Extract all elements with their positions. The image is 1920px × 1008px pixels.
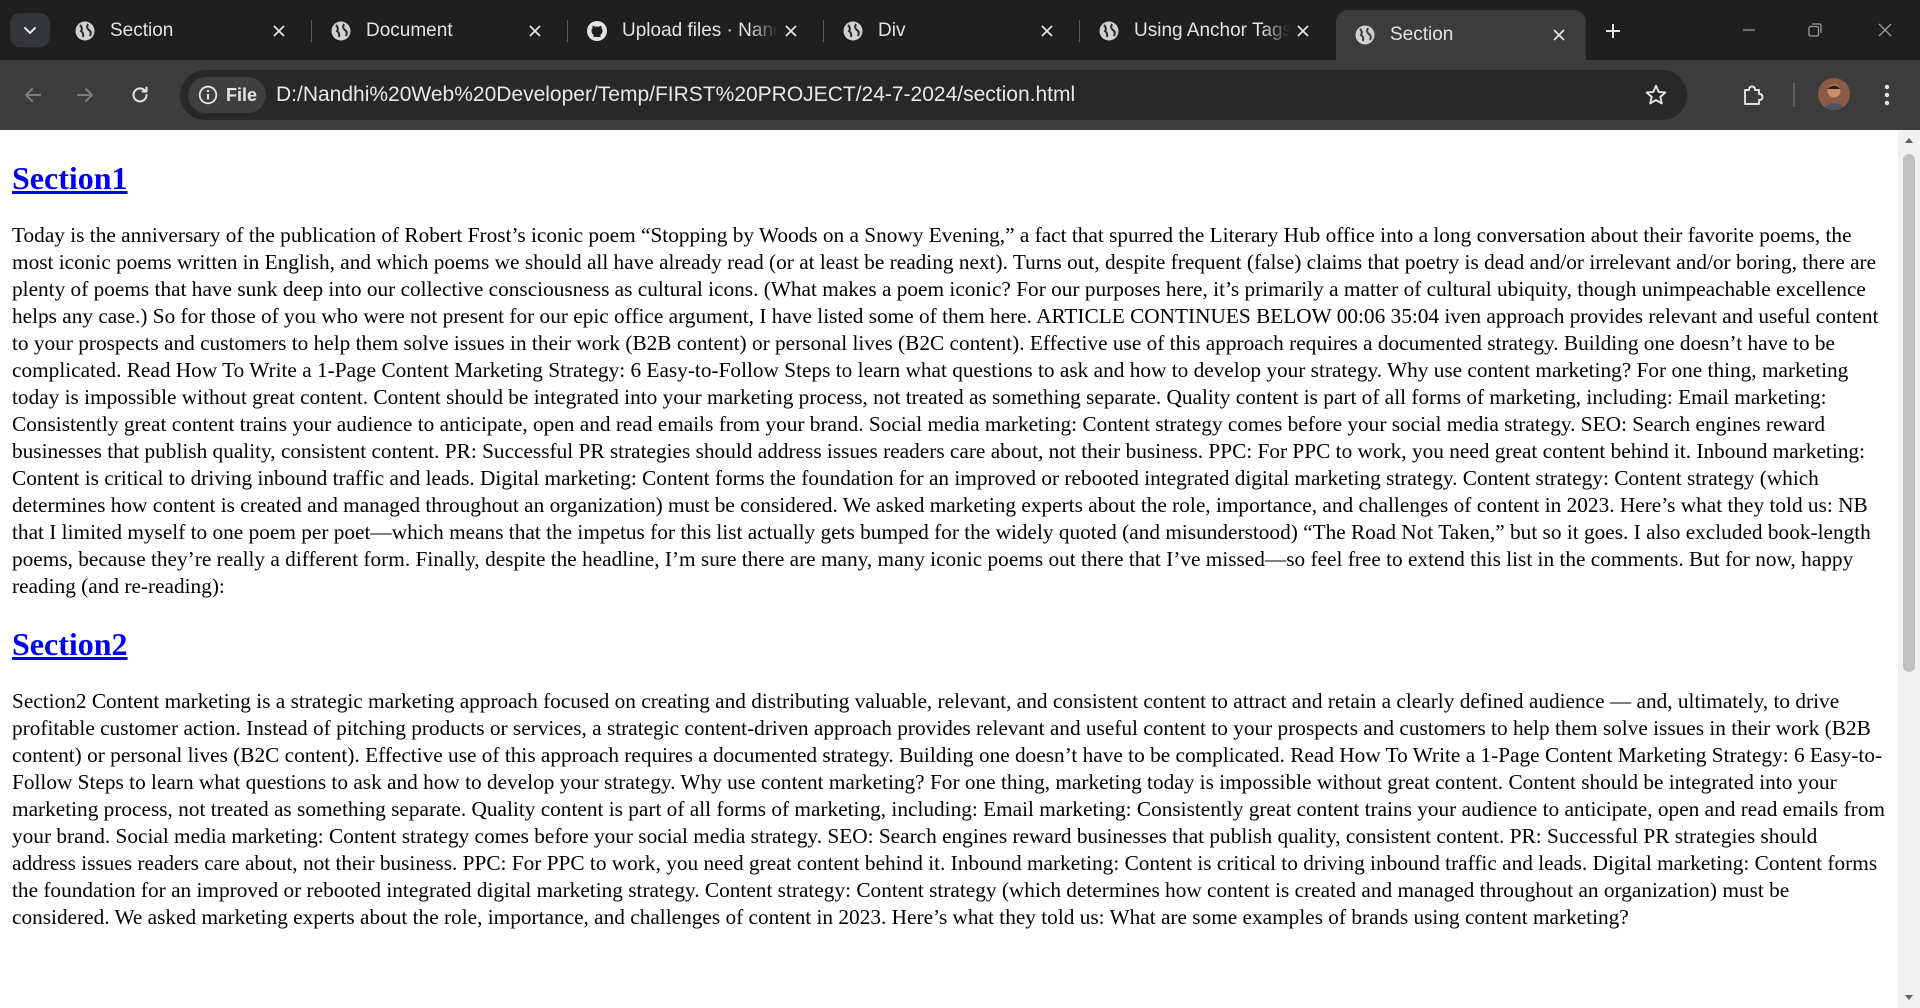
forward-button[interactable] <box>66 76 104 114</box>
close-icon[interactable] <box>266 18 292 44</box>
arrow-right-icon <box>77 88 93 102</box>
star-icon <box>1645 84 1667 105</box>
kebab-menu-icon <box>1884 84 1890 106</box>
reload-button[interactable] <box>121 76 159 114</box>
tab-upload-files[interactable]: Upload files · Nandhi <box>568 10 818 52</box>
tab-search-button[interactable] <box>10 13 50 47</box>
tab-title: Section <box>1390 24 1454 45</box>
info-icon <box>198 85 218 105</box>
arrow-left-icon <box>25 88 41 102</box>
close-icon[interactable] <box>1290 18 1316 44</box>
section-2-link[interactable]: Section2 <box>12 626 128 662</box>
minimize-button[interactable] <box>1726 10 1772 50</box>
section-2-heading: Section2 <box>12 624 1886 664</box>
restore-button[interactable] <box>1792 10 1838 50</box>
puzzle-icon <box>1744 85 1764 105</box>
tab-title: Div <box>878 20 906 41</box>
section-2: Section2 Section2 Content marketing is a… <box>12 624 1886 931</box>
triangle-up-icon <box>1905 138 1913 143</box>
tab-section-1[interactable]: Section <box>56 10 306 52</box>
tab-using-anchor-tags[interactable]: Using Anchor Tags <box>1080 10 1330 52</box>
chip-label: File <box>226 84 258 105</box>
tab-div[interactable]: Div <box>824 10 1074 52</box>
close-window-button[interactable] <box>1862 10 1908 50</box>
restore-icon <box>1808 23 1822 37</box>
globe-icon <box>75 21 95 41</box>
scroll-up-arrow[interactable] <box>1898 130 1920 150</box>
chevron-down-icon <box>24 27 36 34</box>
close-icon[interactable] <box>522 18 548 44</box>
section-2-paragraph: Section2 Content marketing is a strategi… <box>12 689 1885 929</box>
scrollbar-thumb[interactable] <box>1903 154 1915 672</box>
triangle-down-icon <box>1905 995 1913 1000</box>
tab-title: Upload files · Nandhi <box>622 20 778 41</box>
tab-title: Section <box>110 20 174 41</box>
bookmark-button[interactable] <box>1639 78 1673 112</box>
profile-avatar[interactable] <box>1818 78 1850 110</box>
tab-document[interactable]: Document <box>312 10 562 52</box>
globe-icon <box>331 21 351 41</box>
new-tab-button[interactable] <box>1596 14 1630 48</box>
close-icon <box>1878 23 1892 37</box>
avatar-icon <box>1818 78 1850 110</box>
minimize-icon <box>1743 29 1755 31</box>
tab-strip: Section Document Upload files · Nandhi D… <box>0 0 1920 60</box>
extensions-button[interactable] <box>1734 76 1772 114</box>
toolbar-divider <box>1793 83 1795 107</box>
scroll-down-arrow[interactable] <box>1898 988 1920 1008</box>
page-viewport: Section1 Today is the anniversary of the… <box>0 130 1920 1008</box>
globe-icon <box>1355 25 1375 45</box>
section-1-heading: Section1 <box>12 158 1886 198</box>
close-icon[interactable] <box>1546 22 1572 48</box>
tab-section-active[interactable]: Section <box>1336 10 1586 60</box>
github-icon <box>587 21 607 41</box>
globe-icon <box>1099 21 1119 41</box>
browser-toolbar: File D:/Nandhi%20Web%20Developer/Temp/FI… <box>0 60 1920 130</box>
section-1-paragraph: Today is the anniversary of the publicat… <box>12 223 1879 598</box>
page-content: Section1 Today is the anniversary of the… <box>0 130 1898 1008</box>
section-1-link[interactable]: Section1 <box>12 160 128 196</box>
url-text[interactable]: D:/Nandhi%20Web%20Developer/Temp/FIRST%2… <box>276 70 1075 120</box>
site-info-chip[interactable]: File <box>188 77 266 113</box>
tab-title: Document <box>366 20 453 41</box>
close-icon[interactable] <box>1034 18 1060 44</box>
section-1: Section1 Today is the anniversary of the… <box>12 158 1886 600</box>
close-icon[interactable] <box>778 18 804 44</box>
back-button[interactable] <box>14 76 52 114</box>
globe-icon <box>843 21 863 41</box>
vertical-scrollbar[interactable] <box>1898 130 1920 1008</box>
browser-menu-button[interactable] <box>1870 76 1904 114</box>
tab-title: Using Anchor Tags <box>1134 20 1290 41</box>
plus-icon <box>1606 24 1620 38</box>
address-bar[interactable]: File D:/Nandhi%20Web%20Developer/Temp/FI… <box>180 70 1687 120</box>
reload-icon <box>132 86 148 103</box>
